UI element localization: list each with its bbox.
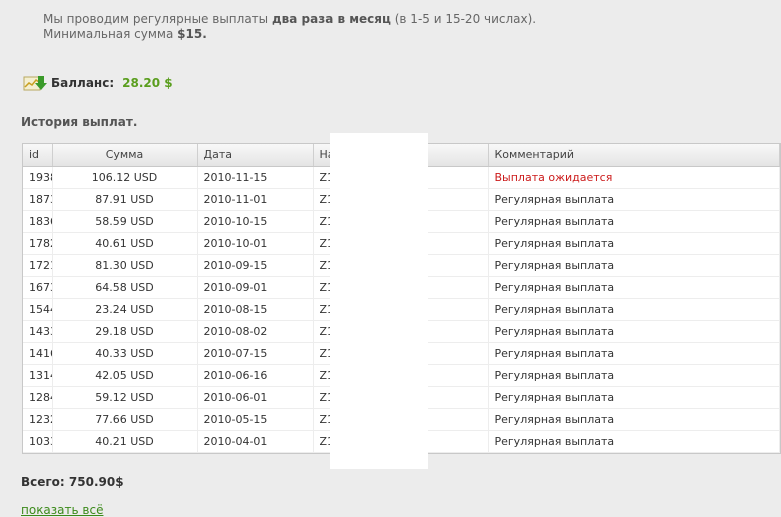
cell-amount: 40.33 USD: [52, 342, 198, 365]
cell-date: 2010-08-15: [197, 298, 314, 321]
column-header-id[interactable]: id: [23, 144, 53, 167]
cell-id: 1033: [23, 430, 53, 453]
cell-comment: Регулярная выплата: [488, 430, 780, 453]
cell-date: 2010-06-16: [197, 364, 314, 387]
cell-amount: 42.05 USD: [52, 364, 198, 387]
cell-amount: 40.21 USD: [52, 430, 198, 453]
schedule-days: (в 1-5 и 15-20 числах).: [394, 12, 537, 26]
show-all-link[interactable]: показать всё: [21, 503, 103, 517]
payout-info: Мы проводим регулярные выплаты два раза …: [43, 12, 536, 42]
cell-comment: Регулярная выплата: [488, 188, 780, 211]
cell-id: 1673: [23, 276, 53, 299]
balance-label: Балланс:: [51, 76, 115, 90]
cell-id: 1782: [23, 232, 53, 255]
cell-id: 1232: [23, 408, 53, 431]
minimum-amount-line: Минимальная сумма $15.: [43, 27, 536, 42]
column-header-comment[interactable]: Комментарий: [488, 144, 780, 167]
cell-amount: 87.91 USD: [52, 188, 198, 211]
cell-id: 1873: [23, 188, 53, 211]
cell-amount: 58.59 USD: [52, 210, 198, 233]
cell-comment: Регулярная выплата: [488, 254, 780, 277]
chart-arrow-down-icon: [23, 74, 47, 92]
balance-block: Балланс: 28.20 $: [23, 74, 173, 92]
cell-date: 2010-09-01: [197, 276, 314, 299]
redaction-mask: [330, 133, 428, 469]
cell-date: 2010-07-15: [197, 342, 314, 365]
cell-id: 1721: [23, 254, 53, 277]
cell-comment: Выплата ожидается: [488, 166, 780, 189]
cell-date: 2010-11-15: [197, 166, 314, 189]
cell-comment: Регулярная выплата: [488, 232, 780, 255]
minimum-text: Минимальная сумма: [43, 27, 174, 41]
cell-date: 2010-08-02: [197, 320, 314, 343]
column-header-date[interactable]: Дата: [197, 144, 314, 167]
cell-comment: Регулярная выплата: [488, 276, 780, 299]
cell-amount: 77.66 USD: [52, 408, 198, 431]
cell-date: 2010-05-15: [197, 408, 314, 431]
cell-comment: Регулярная выплата: [488, 342, 780, 365]
cell-amount: 40.61 USD: [52, 232, 198, 255]
minimum-value: $15.: [177, 27, 207, 41]
cell-comment: Регулярная выплата: [488, 364, 780, 387]
cell-amount: 106.12 USD: [52, 166, 198, 189]
cell-date: 2010-09-15: [197, 254, 314, 277]
cell-comment: Регулярная выплата: [488, 386, 780, 409]
payout-schedule-line: Мы проводим регулярные выплаты два раза …: [43, 12, 536, 27]
total-amount: Всего: 750.90$: [21, 475, 124, 489]
schedule-bold: два раза в месяц: [271, 12, 391, 26]
cell-comment: Регулярная выплата: [488, 408, 780, 431]
cell-amount: 23.24 USD: [52, 298, 198, 321]
cell-id: 1433: [23, 320, 53, 343]
cell-date: 2010-04-01: [197, 430, 314, 453]
column-header-amount[interactable]: Сумма: [52, 144, 198, 167]
cell-comment: Регулярная выплата: [488, 298, 780, 321]
cell-id: 1938: [23, 166, 53, 189]
cell-date: 2010-10-15: [197, 210, 314, 233]
cell-amount: 59.12 USD: [52, 386, 198, 409]
cell-id: 1314: [23, 364, 53, 387]
balance-value: 28.20 $: [122, 76, 173, 90]
cell-date: 2010-06-01: [197, 386, 314, 409]
cell-amount: 81.30 USD: [52, 254, 198, 277]
cell-comment: Регулярная выплата: [488, 320, 780, 343]
cell-id: 1836: [23, 210, 53, 233]
cell-id: 1544: [23, 298, 53, 321]
cell-amount: 64.58 USD: [52, 276, 198, 299]
history-title: История выплат.: [21, 115, 138, 129]
cell-date: 2010-10-01: [197, 232, 314, 255]
schedule-text: Мы проводим регулярные выплаты: [43, 12, 269, 26]
cell-id: 1284: [23, 386, 53, 409]
cell-date: 2010-11-01: [197, 188, 314, 211]
cell-id: 1416: [23, 342, 53, 365]
cell-comment: Регулярная выплата: [488, 210, 780, 233]
cell-amount: 29.18 USD: [52, 320, 198, 343]
